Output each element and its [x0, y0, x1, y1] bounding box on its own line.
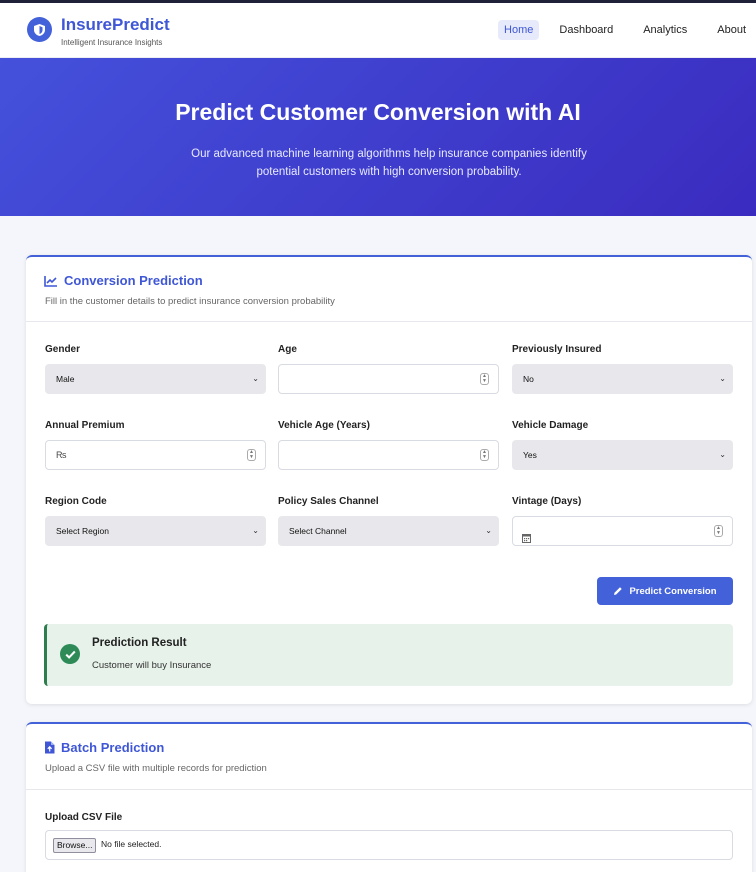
card-title: Conversion Prediction [44, 273, 203, 288]
card-title: Batch Prediction [44, 740, 164, 755]
predict-button-label: Predict Conversion [629, 585, 717, 597]
vehicle-damage-value: Yes [523, 450, 537, 460]
csv-file-input[interactable]: Browse... No file selected. [45, 830, 733, 860]
nav-dashboard[interactable]: Dashboard [553, 20, 619, 40]
vehicle-damage-label: Vehicle Damage [512, 420, 589, 431]
spinner-icon[interactable]: ▲ ▼ [714, 525, 723, 537]
nav-analytics[interactable]: Analytics [637, 20, 693, 40]
region-code-select[interactable]: Select Region ⌄ [45, 516, 266, 546]
region-code-label: Region Code [45, 496, 107, 507]
policy-sales-channel-value: Select Channel [289, 526, 347, 536]
file-status: No file selected. [101, 839, 162, 849]
annual-premium-input[interactable]: ₨ ▲ ▼ [45, 440, 266, 470]
previously-insured-label: Previously Insured [512, 344, 602, 355]
brand-tagline: Intelligent Insurance Insights [61, 38, 163, 47]
card-header: Batch Prediction Upload a CSV file with … [26, 724, 752, 790]
file-upload-icon [45, 741, 55, 754]
predict-conversion-button[interactable]: Predict Conversion [597, 577, 733, 605]
chevron-down-icon: ⌄ [719, 374, 726, 383]
vintage-label: Vintage (Days) [512, 496, 582, 507]
prediction-result: Prediction Result Customer will buy Insu… [44, 624, 733, 686]
pencil-icon [614, 587, 623, 595]
check-circle-icon [60, 644, 80, 664]
calendar-icon [522, 526, 531, 554]
age-input[interactable]: ▲ ▼ [278, 364, 499, 394]
shield-logo-icon [27, 17, 52, 42]
spinner-icon[interactable]: ▲ ▼ [480, 449, 489, 461]
annual-premium-label: Annual Premium [45, 420, 125, 431]
spinner-icon[interactable]: ▲ ▼ [247, 449, 256, 461]
nav-home[interactable]: Home [498, 20, 540, 40]
chevron-down-icon: ⌄ [252, 374, 259, 383]
batch-prediction-card: Batch Prediction Upload a CSV file with … [26, 722, 752, 872]
card-title-text: Batch Prediction [61, 740, 165, 755]
nav-about[interactable]: About [711, 20, 752, 40]
previously-insured-value: No [523, 374, 534, 384]
result-title: Prediction Result [92, 637, 187, 649]
region-code-value: Select Region [56, 526, 109, 536]
gender-value: Male [56, 374, 75, 384]
browse-button[interactable]: Browse... [53, 838, 97, 853]
card-description: Fill in the customer details to predict … [45, 296, 335, 307]
chevron-down-icon: ⌄ [252, 526, 259, 535]
age-label: Age [278, 344, 297, 355]
policy-sales-channel-label: Policy Sales Channel [278, 496, 379, 507]
spinner-icon[interactable]: ▲ ▼ [480, 373, 489, 385]
gender-label: Gender [45, 344, 81, 355]
card-header: Conversion Prediction Fill in the custom… [26, 257, 752, 322]
chevron-down-icon: ⌄ [719, 450, 726, 459]
result-text: Customer will buy Insurance [92, 660, 212, 671]
site-header: InsurePredict Intelligent Insurance Insi… [0, 3, 756, 58]
main-nav: Home Dashboard Analytics About [498, 20, 756, 40]
vintage-input[interactable]: ▲ ▼ [512, 516, 733, 546]
vehicle-damage-select[interactable]: Yes ⌄ [512, 440, 733, 470]
card-title-text: Conversion Prediction [64, 273, 203, 288]
policy-sales-channel-select[interactable]: Select Channel ⌄ [278, 516, 499, 546]
hero-subtitle: Our advanced machine learning algorithms… [191, 148, 587, 178]
annual-premium-value: ₨ [56, 450, 67, 460]
gender-select[interactable]: Male ⌄ [45, 364, 266, 394]
line-chart-icon [44, 275, 57, 287]
hero-banner: Predict Customer Conversion with AI Our … [0, 58, 756, 216]
previously-insured-select[interactable]: No ⌄ [512, 364, 733, 394]
brand-name[interactable]: InsurePredict [61, 15, 170, 35]
conversion-prediction-card: Conversion Prediction Fill in the custom… [26, 255, 752, 704]
chevron-down-icon: ⌄ [485, 526, 492, 535]
vehicle-age-label: Vehicle Age (Years) [278, 420, 370, 431]
card-description: Upload a CSV file with multiple records … [45, 763, 267, 774]
vehicle-age-input[interactable]: ▲ ▼ [278, 440, 499, 470]
upload-csv-label: Upload CSV File [45, 812, 123, 823]
hero-title: Predict Customer Conversion with AI [175, 99, 581, 125]
